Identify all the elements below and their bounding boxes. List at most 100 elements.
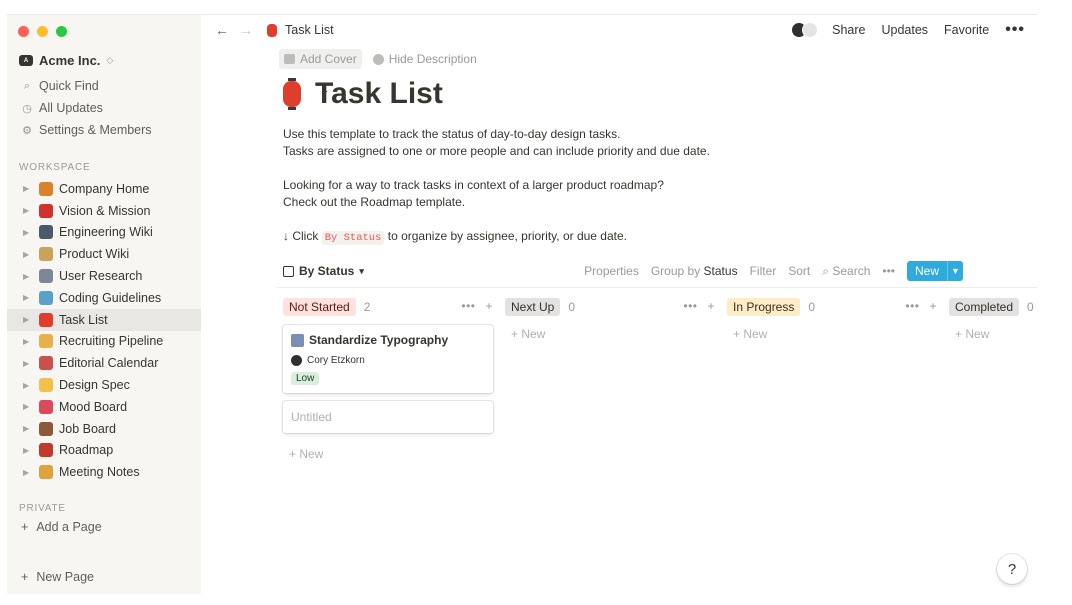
sidebar-page-item[interactable]: ▶ Mood Board — [7, 396, 201, 418]
share-button[interactable]: Share — [832, 23, 865, 37]
add-page-label: Add a Page — [36, 520, 102, 534]
column-more-icon[interactable]: ••• — [683, 299, 697, 313]
status-badge: Not Started — [283, 298, 356, 316]
expand-toggle-icon[interactable]: ▶ — [23, 184, 33, 193]
column-header[interactable]: In Progress 0 ••• + — [727, 297, 939, 317]
expand-toggle-icon[interactable]: ▶ — [23, 402, 33, 411]
more-options-icon[interactable]: ••• — [1005, 21, 1025, 39]
column-actions[interactable]: ••• + — [905, 299, 937, 313]
expand-toggle-icon[interactable]: ▶ — [23, 293, 33, 302]
window-controls — [18, 26, 67, 37]
settings-members-item[interactable]: ⚙ Settings & Members — [7, 119, 201, 141]
expand-toggle-icon[interactable]: ▶ — [23, 206, 33, 215]
column-actions[interactable]: ••• + — [683, 299, 715, 313]
column-header[interactable]: Completed 0 — [949, 297, 1037, 317]
whiteboard-icon — [39, 247, 53, 262]
sort-button[interactable]: Sort — [788, 264, 810, 278]
briefcase-icon — [39, 421, 53, 436]
gear-icon: ⚙ — [22, 124, 32, 137]
filter-button[interactable]: Filter — [750, 264, 777, 278]
collaborator-avatars[interactable] — [791, 22, 819, 38]
card-title-text: Standardize Typography — [309, 333, 449, 347]
column-add-icon[interactable]: + — [929, 299, 937, 313]
sidebar-page-item[interactable]: ▶ Editorial Calendar — [7, 352, 201, 374]
properties-button[interactable]: Properties — [584, 264, 639, 278]
add-cover-button[interactable]: Add Cover — [279, 49, 362, 69]
expand-toggle-icon[interactable]: ▶ — [23, 228, 33, 237]
view-more-icon[interactable]: ••• — [882, 264, 895, 278]
new-page-button[interactable]: + New Page — [21, 570, 94, 584]
minimize-window-button[interactable] — [37, 26, 48, 37]
search-label: Search — [832, 263, 871, 278]
add-card-button[interactable]: + New — [505, 327, 717, 341]
sidebar-page-item[interactable]: ▶ User Research — [7, 265, 201, 287]
view-tools: Properties Group by Status Filter Sort ⌕… — [584, 261, 963, 281]
priority-tag: Low — [291, 372, 320, 385]
column-add-icon[interactable]: + — [485, 299, 493, 313]
board-column: Next Up 0 ••• + + New — [505, 297, 717, 341]
expand-toggle-icon[interactable]: ▶ — [23, 381, 33, 390]
description-line: Use this template to track the status of… — [283, 127, 621, 141]
maximize-window-button[interactable] — [56, 26, 67, 37]
view-name-label: By Status — [299, 264, 355, 278]
chevron-down-icon[interactable]: ▼ — [947, 261, 963, 281]
close-window-button[interactable] — [18, 26, 29, 37]
hide-description-button[interactable]: Hide Description — [368, 49, 482, 69]
expand-toggle-icon[interactable]: ▶ — [23, 315, 33, 324]
sidebar-page-item[interactable]: ▶ Engineering Wiki — [7, 222, 201, 244]
sidebar-page-item[interactable]: ▶ Design Spec — [7, 374, 201, 396]
help-button[interactable]: ? — [997, 554, 1027, 584]
sidebar-page-item[interactable]: ▶ Recruiting Pipeline — [7, 331, 201, 353]
column-add-icon[interactable]: + — [707, 299, 715, 313]
expand-toggle-icon[interactable]: ▶ — [23, 272, 33, 281]
expand-toggle-icon[interactable]: ▶ — [23, 446, 33, 455]
plus-icon: + — [21, 570, 29, 584]
info-icon — [372, 53, 384, 65]
topbar: ← → Task List Share Updates Favorite ••• — [201, 15, 1037, 45]
page-title[interactable]: Task List — [315, 77, 443, 111]
avatar — [802, 22, 819, 38]
sidebar-page-item[interactable]: ▶ Vision & Mission — [7, 200, 201, 222]
column-more-icon[interactable]: ••• — [905, 299, 919, 313]
favorite-button[interactable]: Favorite — [944, 23, 989, 37]
expand-toggle-icon[interactable]: ▶ — [23, 424, 33, 433]
expand-toggle-icon[interactable]: ▶ — [23, 359, 33, 368]
updates-button[interactable]: Updates — [881, 23, 928, 37]
sidebar-page-item[interactable]: ▶ Meeting Notes — [7, 461, 201, 483]
add-card-button[interactable]: + New — [727, 327, 939, 341]
column-header[interactable]: Next Up 0 ••• + — [505, 297, 717, 317]
board-card[interactable]: Standardize Typography Cory Etzkorn Low — [283, 325, 493, 393]
untitled-card[interactable]: Untitled — [283, 401, 493, 433]
sidebar-page-item[interactable]: ▶ Task List — [7, 308, 201, 331]
sidebar-page-item[interactable]: ▶ Job Board — [7, 418, 201, 440]
board-column: In Progress 0 ••• + + New — [727, 297, 939, 341]
new-button[interactable]: New — [906, 261, 947, 281]
sidebar-page-label: Recruiting Pipeline — [59, 334, 164, 349]
sidebar-page-item[interactable]: ▶ Product Wiki — [7, 243, 201, 265]
add-page-button[interactable]: + Add a Page — [21, 520, 102, 534]
description-line: Check out the Roadmap template. — [283, 195, 466, 209]
quick-find-item[interactable]: ⌕ Quick Find — [7, 75, 201, 97]
lantern-icon[interactable] — [283, 78, 301, 110]
add-card-button[interactable]: + New — [283, 447, 495, 461]
column-more-icon[interactable]: ••• — [461, 299, 475, 313]
breadcrumb[interactable]: Task List — [285, 23, 334, 37]
all-updates-item[interactable]: ◷ All Updates — [7, 97, 201, 119]
column-header[interactable]: Not Started 2 ••• + — [283, 297, 495, 317]
group-by-button[interactable]: Group by Status — [651, 264, 738, 278]
expand-toggle-icon[interactable]: ▶ — [23, 337, 33, 346]
sidebar-page-item[interactable]: ▶ Roadmap — [7, 440, 201, 462]
expand-toggle-icon[interactable]: ▶ — [23, 468, 33, 477]
view-selector[interactable]: By Status ▾ — [283, 264, 364, 278]
forward-arrow-icon[interactable]: → — [239, 22, 253, 38]
search-button[interactable]: ⌕ Search — [822, 264, 870, 279]
column-actions[interactable]: ••• + — [461, 299, 493, 313]
add-card-button[interactable]: + New — [949, 327, 1037, 341]
sidebar-page-item[interactable]: ▶ Company Home — [7, 178, 201, 200]
add-cover-label: Add Cover — [300, 52, 357, 66]
workspace-switcher[interactable]: A Acme Inc. ◇ — [19, 53, 113, 68]
expand-toggle-icon[interactable]: ▶ — [23, 250, 33, 259]
board-column: Completed 0 + New — [949, 297, 1037, 341]
sidebar-page-item[interactable]: ▶ Coding Guidelines — [7, 287, 201, 309]
back-arrow-icon[interactable]: ← — [215, 22, 229, 38]
